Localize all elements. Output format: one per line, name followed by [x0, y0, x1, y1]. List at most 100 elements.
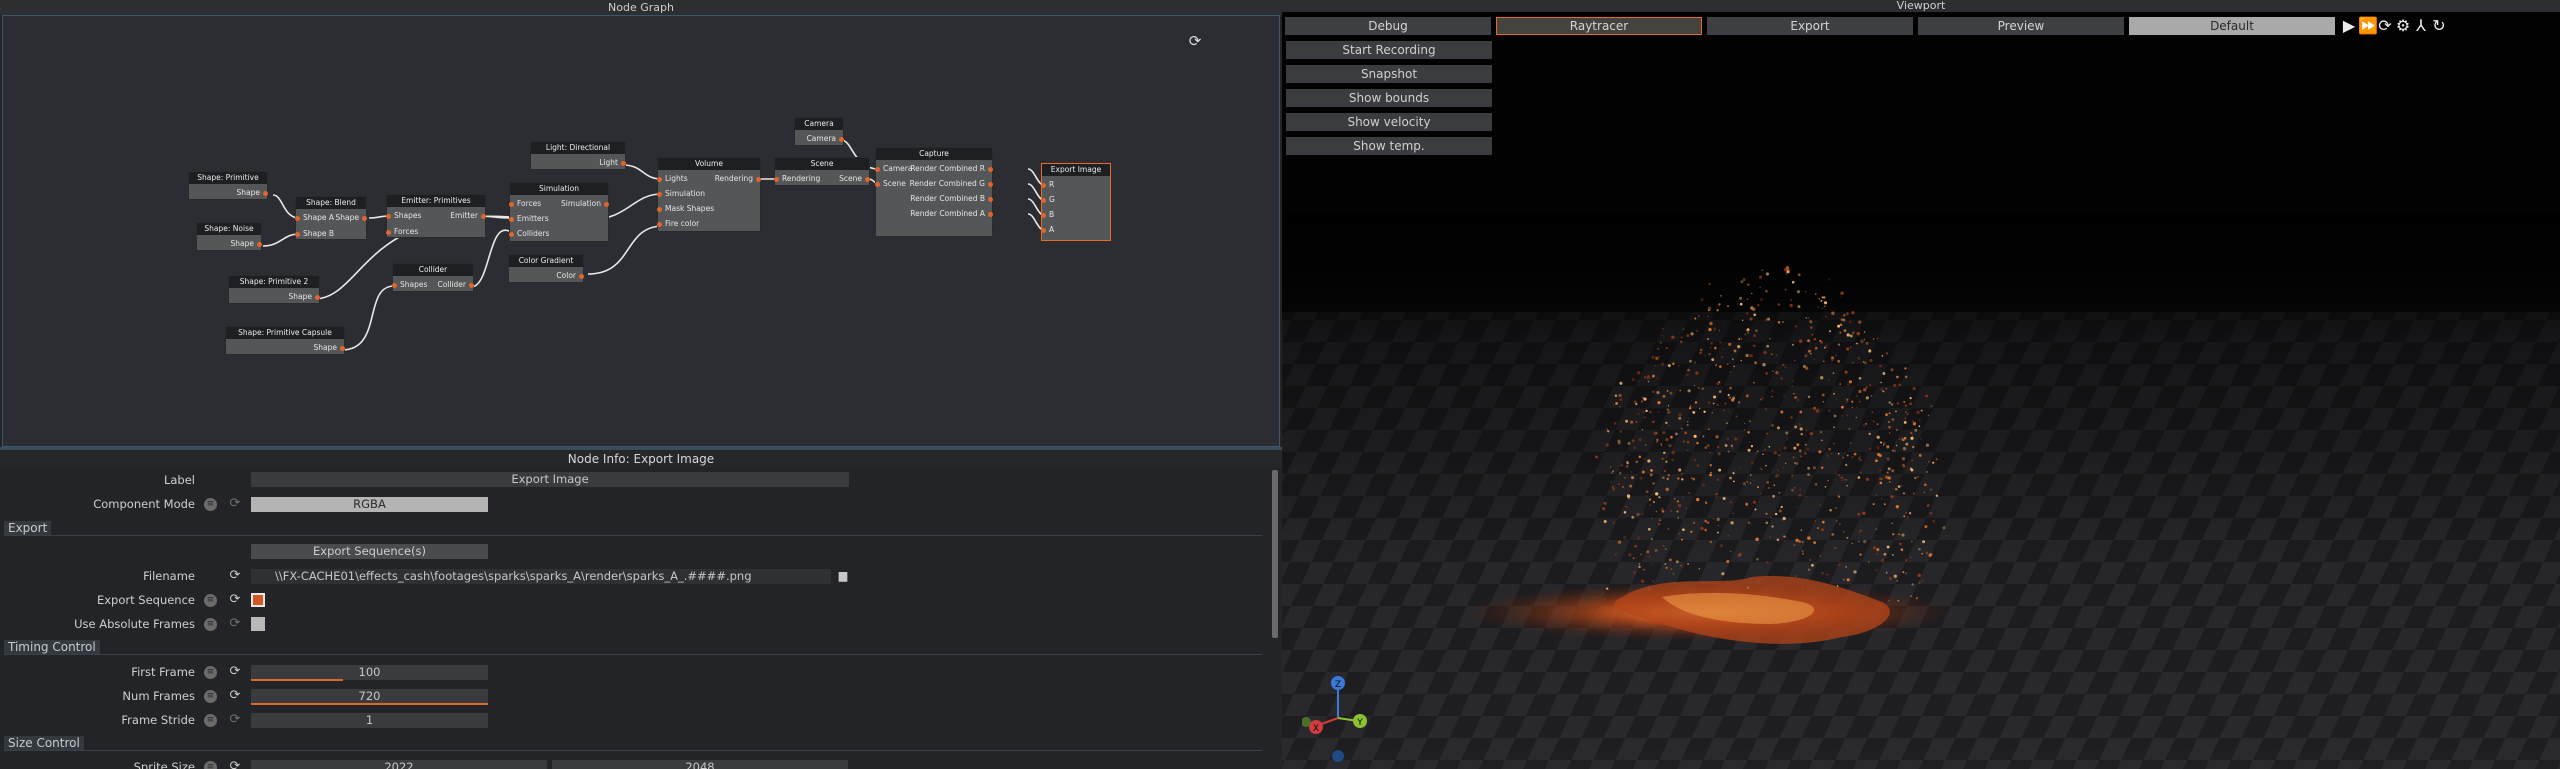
tab-debug[interactable]: Debug: [1285, 17, 1491, 35]
input-port[interactable]: [875, 182, 880, 187]
input-port[interactable]: [1041, 213, 1046, 218]
input-port[interactable]: [1041, 198, 1046, 203]
export-section-header[interactable]: Export: [4, 521, 1262, 536]
node-capture[interactable]: Capture Camera Render Combined R Scene R…: [875, 147, 993, 237]
refresh-icon[interactable]: ⟳: [228, 689, 242, 703]
input-port[interactable]: [1041, 228, 1046, 233]
tab-preview[interactable]: Preview: [1918, 17, 2124, 35]
size-section-header[interactable]: Size Control: [4, 736, 1262, 751]
filename-input[interactable]: \\FX-CACHE01\effects_cash\footages\spark…: [251, 569, 831, 584]
node-camera[interactable]: Camera Camera: [794, 117, 844, 146]
node-light-directional[interactable]: Light: Directional Light: [530, 141, 626, 170]
node-simulation[interactable]: Simulation Forces Simulation Emitters Co…: [509, 182, 609, 242]
show-velocity-button[interactable]: Show velocity: [1286, 113, 1492, 131]
output-port[interactable]: [469, 283, 474, 288]
reset-icon[interactable]: ≡: [204, 498, 217, 511]
output-port[interactable]: [865, 177, 870, 182]
input-port[interactable]: [295, 232, 300, 237]
output-port[interactable]: [263, 191, 268, 196]
reset-icon[interactable]: ≡: [204, 594, 217, 607]
input-port[interactable]: [875, 167, 880, 172]
refresh-icon[interactable]: ⟳: [2376, 16, 2394, 36]
output-port[interactable]: [362, 216, 367, 221]
node-shape-primitive-capsule[interactable]: Shape: Primitive Capsule Shape: [225, 326, 345, 355]
refresh-icon[interactable]: ⟳: [228, 760, 242, 769]
node-graph-canvas[interactable]: Shape: Primitive Shape Shape: Noise Shap…: [2, 15, 1280, 447]
input-port[interactable]: [509, 202, 514, 207]
output-port[interactable]: [604, 202, 609, 207]
node-volume[interactable]: Volume Lights Rendering Simulation Mask …: [657, 157, 761, 232]
output-port[interactable]: [621, 161, 626, 166]
input-port[interactable]: [386, 214, 391, 219]
component-mode-select[interactable]: RGBA: [251, 497, 488, 512]
input-port[interactable]: [392, 283, 397, 288]
refresh-icon[interactable]: ⟳: [228, 497, 242, 511]
panel-divider[interactable]: [0, 447, 1282, 450]
show-temp-button[interactable]: Show temp.: [1286, 137, 1492, 155]
node-collider[interactable]: Collider Shapes Collider: [392, 263, 474, 292]
sprite-size-x-input[interactable]: 2022: [251, 760, 547, 769]
num-frames-slider[interactable]: 720: [251, 689, 488, 704]
refresh-icon[interactable]: ⟳: [228, 569, 242, 583]
node-export-image[interactable]: Export Image R G B A: [1041, 163, 1111, 241]
refresh-icon[interactable]: ⟳: [228, 617, 242, 631]
output-port[interactable]: [257, 242, 262, 247]
use-absolute-frames-checkbox[interactable]: [251, 617, 265, 631]
show-bounds-button[interactable]: Show bounds: [1286, 89, 1492, 107]
start-recording-button[interactable]: Start Recording: [1286, 41, 1492, 59]
output-port[interactable]: [315, 295, 320, 300]
output-port[interactable]: [988, 182, 993, 187]
node-emitter-primitives[interactable]: Emitter: Primitives Shapes Emitter Force…: [386, 194, 486, 238]
reset-icon[interactable]: ≡: [204, 666, 217, 679]
scrollbar[interactable]: [1272, 470, 1278, 638]
axis-gizmo[interactable]: Z X Y: [1302, 668, 1392, 768]
sprite-size-y-input[interactable]: 2048: [552, 760, 848, 769]
output-port[interactable]: [988, 212, 993, 217]
output-port[interactable]: [839, 137, 844, 142]
input-port[interactable]: [386, 230, 391, 235]
timing-section-header[interactable]: Timing Control: [4, 640, 1262, 655]
node-shape-primitive-2[interactable]: Shape: Primitive 2 Shape: [228, 275, 320, 304]
tab-export[interactable]: Export: [1707, 17, 1913, 35]
tab-raytracer[interactable]: Raytracer: [1496, 17, 1702, 35]
label-input[interactable]: Export Image: [251, 472, 849, 487]
node-shape-blend[interactable]: Shape: Blend Shape A Shape Shape B: [295, 196, 367, 240]
snapshot-button[interactable]: Snapshot: [1286, 65, 1492, 83]
input-port[interactable]: [657, 222, 662, 227]
output-port[interactable]: [579, 274, 584, 279]
rotate-icon[interactable]: ↻: [2430, 16, 2448, 36]
output-port[interactable]: [756, 177, 761, 182]
reset-icon[interactable]: ≡: [204, 714, 217, 727]
input-port[interactable]: [657, 207, 662, 212]
output-port[interactable]: [340, 346, 345, 351]
frame-stride-slider[interactable]: 1: [251, 713, 488, 728]
output-port[interactable]: [988, 197, 993, 202]
input-port[interactable]: [1041, 183, 1046, 188]
input-port[interactable]: [657, 192, 662, 197]
node-color-gradient[interactable]: Color Gradient Color: [508, 254, 584, 283]
reset-icon[interactable]: ≡: [204, 690, 217, 703]
input-port[interactable]: [657, 177, 662, 182]
gear-icon[interactable]: ⚙: [2394, 16, 2412, 36]
axis-icon[interactable]: ⅄: [2412, 16, 2430, 36]
input-port[interactable]: [774, 177, 779, 182]
neg-z-axis-handle[interactable]: [1332, 750, 1344, 762]
refresh-icon[interactable]: ⟳: [228, 593, 242, 607]
input-port[interactable]: [509, 232, 514, 237]
input-port[interactable]: [295, 216, 300, 221]
reset-icon[interactable]: ≡: [204, 761, 217, 769]
output-port[interactable]: [988, 167, 993, 172]
export-sequence-checkbox[interactable]: [251, 593, 265, 607]
preset-select[interactable]: Default: [2129, 17, 2335, 35]
node-shape-primitive[interactable]: Shape: Primitive Shape: [188, 171, 268, 200]
export-sequences-button[interactable]: Export Sequence(s): [251, 544, 488, 559]
refresh-icon[interactable]: ⟳: [1187, 33, 1203, 49]
node-shape-noise[interactable]: Shape: Noise Shape: [196, 222, 262, 251]
folder-icon[interactable]: ▆: [836, 569, 850, 583]
play-icon[interactable]: ▶: [2340, 16, 2358, 36]
refresh-icon[interactable]: ⟳: [228, 665, 242, 679]
fast-forward-icon[interactable]: ⏩: [2358, 16, 2378, 36]
input-port[interactable]: [509, 217, 514, 222]
refresh-icon[interactable]: ⟳: [228, 713, 242, 727]
node-scene[interactable]: Scene Rendering Scene: [774, 157, 870, 186]
